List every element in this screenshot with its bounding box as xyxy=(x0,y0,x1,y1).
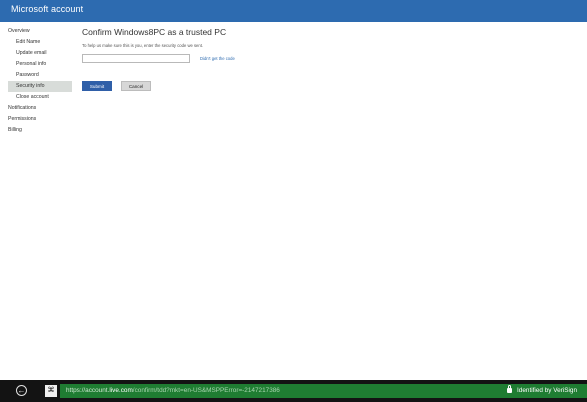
back-icon[interactable]: ← xyxy=(16,385,27,396)
resend-code-link[interactable]: Didn't get the code xyxy=(200,56,235,61)
sidebar-item-personal-info[interactable]: Personal info xyxy=(8,59,72,70)
sidebar-item-edit-name[interactable]: Edit Name xyxy=(8,37,72,48)
site-icon[interactable]: ⌘ xyxy=(45,385,57,397)
cancel-button[interactable]: Cancel xyxy=(121,81,151,91)
intro-text: To help us make sure this is you, enter … xyxy=(82,43,204,48)
address-bar: ← ⌘ https://account.live.com/confirm/tdd… xyxy=(0,380,587,402)
sidebar-item-notifications[interactable]: Notifications xyxy=(8,103,72,114)
sidebar-item-overview[interactable]: Overview xyxy=(8,26,72,37)
window-edge xyxy=(0,22,8,380)
url-prefix: https://account. xyxy=(66,387,110,394)
sidebar-nav: Overview Edit Name Update email Personal… xyxy=(8,26,72,136)
security-code-input[interactable] xyxy=(82,54,190,63)
main-content: Confirm Windows8PC as a trusted PC To he… xyxy=(82,26,562,91)
lock-icon[interactable] xyxy=(507,385,512,393)
sidebar-item-permissions[interactable]: Permissions xyxy=(8,114,72,125)
sidebar-item-update-email[interactable]: Update email xyxy=(8,48,72,59)
page-title: Confirm Windows8PC as a trusted PC xyxy=(82,27,227,37)
sidebar-item-billing[interactable]: Billing xyxy=(8,125,72,136)
url-domain: live.com xyxy=(109,387,133,394)
window-title: Microsoft account xyxy=(11,4,84,14)
window-titlebar: Microsoft account xyxy=(0,0,587,22)
sidebar-item-password[interactable]: Password xyxy=(8,70,72,81)
sidebar-item-close-account[interactable]: Close account xyxy=(8,92,72,103)
site-identity[interactable]: Identified by VeriSign xyxy=(517,387,577,394)
sidebar-item-security-info[interactable]: Security info xyxy=(8,81,72,92)
url-path: /confirm/tdd?mkt=en-US&MSPPError=-214721… xyxy=(132,387,280,394)
submit-button[interactable]: Submit xyxy=(82,81,112,91)
